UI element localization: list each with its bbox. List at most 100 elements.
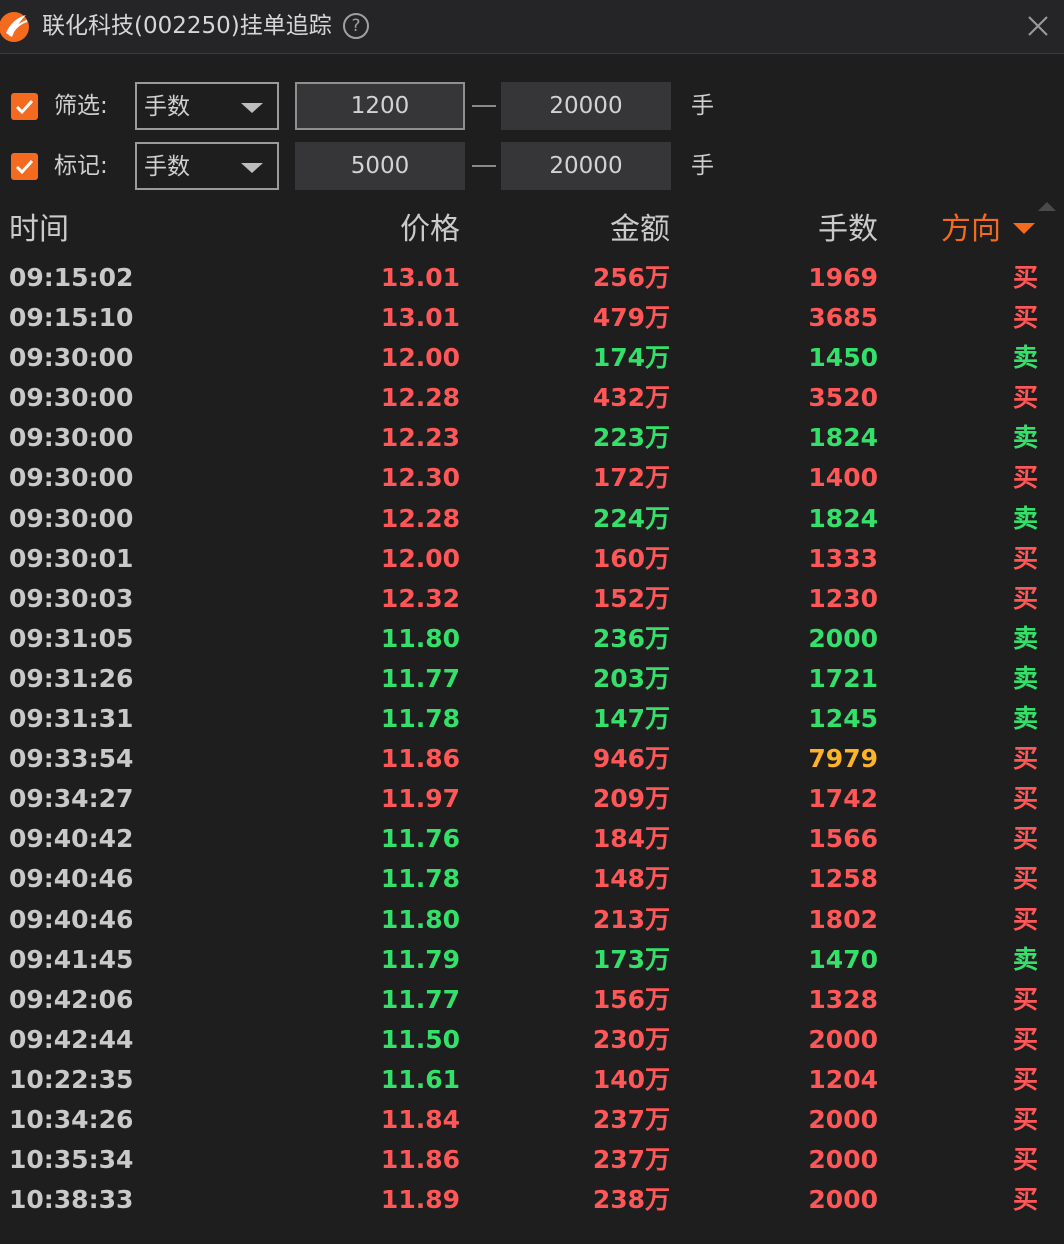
cell-volume: 1470 [808,944,878,974]
table-row[interactable]: 10:34:26 11.84 237万 2000 买 [0,1100,1064,1140]
cell-price: 11.84 [380,1104,460,1134]
window-title: 联化科技(002250)挂单追踪 [42,13,332,39]
cell-volume: 1258 [808,864,878,894]
cell-volume: 2000 [808,1185,878,1215]
table-row[interactable]: 09:15:10 13.01 479万 3685 买 [0,298,1064,338]
table-row[interactable]: 09:42:44 11.50 230万 2000 买 [0,1020,1064,1060]
cell-price: 13.01 [380,263,460,292]
cell-volume: 1824 [808,423,878,453]
cell-time: 09:31:26 [9,663,134,693]
mark-row: 标记: 手数 5000 20000 手 [0,142,1064,192]
table-row[interactable]: 09:30:00 12.28 224万 1824 卖 [0,499,1064,539]
cell-time: 09:40:46 [9,904,134,934]
cell-direction: 卖 [1012,343,1038,373]
cell-volume: 3685 [808,303,878,333]
cell-amount: 160万 [592,543,670,573]
table-row[interactable]: 09:30:00 12.00 174万 1450 卖 [0,338,1064,378]
cell-volume: 1204 [808,1064,878,1094]
cell-amount: 173万 [592,944,670,974]
table-row[interactable]: 09:31:26 11.77 203万 1721 卖 [0,659,1064,699]
cell-amount: 184万 [592,824,670,854]
table-body: 09:15:02 13.01 256万 1969 买 09:15:10 13.01 479万 3… [0,258,1064,1220]
filter-min-input[interactable]: 1200 [295,82,465,130]
close-icon[interactable] [1024,12,1052,40]
cell-time: 10:34:26 [9,1104,134,1134]
help-circle-icon[interactable]: ? [343,13,369,39]
table-row[interactable]: 09:40:46 11.78 148万 1258 买 [0,859,1064,899]
mark-field-select[interactable]: 手数 [135,142,279,190]
column-header-amount[interactable]: 金额 [610,208,670,252]
cell-direction: 买 [1012,784,1038,814]
table-row[interactable]: 09:30:00 12.30 172万 1400 买 [0,458,1064,498]
cell-direction: 买 [1012,463,1038,493]
column-header-direction[interactable]: 方向 [941,208,1001,252]
cell-price: 11.61 [380,1064,460,1094]
cell-time: 09:30:03 [9,583,134,613]
cell-amount: 174万 [592,343,670,373]
cell-amount: 479万 [592,303,670,333]
cell-amount: 156万 [592,984,670,1014]
cell-amount: 236万 [592,623,670,653]
cell-volume: 1333 [808,543,878,573]
column-header-price[interactable]: 价格 [400,208,460,252]
cell-price: 11.79 [380,944,460,974]
cell-amount: 223万 [592,423,670,453]
table-row[interactable]: 10:38:33 11.89 238万 2000 买 [0,1180,1064,1220]
cell-volume: 2000 [808,1145,878,1175]
cell-direction: 买 [1012,744,1038,774]
cell-direction: 买 [1012,1145,1038,1175]
cell-amount: 237万 [592,1145,670,1175]
cell-price: 11.89 [380,1185,460,1215]
scroll-up-arrow[interactable] [1038,202,1056,211]
cell-direction: 买 [1012,1185,1038,1215]
cell-time: 09:40:42 [9,824,134,854]
cell-volume: 1230 [808,583,878,613]
order-tracker-window: 联化科技(002250)挂单追踪 ? 筛选: 手数 1200 20000 手 标… [0,0,1064,1244]
table-row[interactable]: 09:40:42 11.76 184万 1566 买 [0,819,1064,859]
table-row[interactable]: 09:31:05 11.80 236万 2000 卖 [0,619,1064,659]
table-row[interactable]: 10:35:34 11.86 237万 2000 买 [0,1140,1064,1180]
table-row[interactable]: 09:15:02 13.01 256万 1969 买 [0,258,1064,298]
table-row[interactable]: 09:41:45 11.79 173万 1470 卖 [0,940,1064,980]
select-value: 手数 [144,154,190,180]
filter-field-select[interactable]: 手数 [135,82,279,130]
table-row[interactable]: 09:30:03 12.32 152万 1230 买 [0,579,1064,619]
cell-time: 10:35:34 [9,1145,134,1175]
cell-direction: 买 [1012,583,1038,613]
cell-amount: 238万 [592,1185,670,1215]
cell-price: 11.78 [380,864,460,894]
table-row[interactable]: 09:42:06 11.77 156万 1328 买 [0,980,1064,1020]
table-row[interactable]: 09:34:27 11.97 209万 1742 买 [0,779,1064,819]
cell-price: 11.80 [380,623,460,653]
sort-desc-icon[interactable] [1013,223,1035,234]
column-header-time[interactable]: 时间 [9,208,69,252]
cell-direction: 卖 [1012,503,1038,533]
cell-price: 11.77 [380,984,460,1014]
table-row[interactable]: 09:30:01 12.00 160万 1333 买 [0,539,1064,579]
column-header-volume[interactable]: 手数 [818,208,878,252]
cell-volume: 1824 [808,503,878,533]
filter-checkbox[interactable] [11,93,38,120]
cell-direction: 卖 [1012,663,1038,693]
mark-checkbox[interactable] [11,153,38,180]
table-row[interactable]: 09:33:54 11.86 946万 7979 买 [0,739,1064,779]
table-row[interactable]: 09:31:31 11.78 147万 1245 卖 [0,699,1064,739]
cell-amount: 256万 [592,263,670,292]
chevron-down-icon [241,163,263,173]
table-row[interactable]: 10:22:35 11.61 140万 1204 买 [0,1060,1064,1100]
cell-direction: 买 [1012,864,1038,894]
select-value: 手数 [144,94,190,120]
cell-volume: 3520 [808,383,878,413]
mark-min-input[interactable]: 5000 [295,142,465,190]
cell-price: 13.01 [380,303,460,333]
filter-max-input[interactable]: 20000 [501,82,671,130]
cell-time: 09:30:00 [9,383,134,413]
cell-time: 09:30:00 [9,503,134,533]
table-row[interactable]: 09:30:00 12.28 432万 3520 买 [0,378,1064,418]
cell-volume: 2000 [808,1104,878,1134]
mark-max-input[interactable]: 20000 [501,142,671,190]
cell-direction: 卖 [1012,704,1038,734]
table-row[interactable]: 09:40:46 11.80 213万 1802 买 [0,900,1064,940]
cell-price: 11.86 [380,1145,460,1175]
table-row[interactable]: 09:30:00 12.23 223万 1824 卖 [0,418,1064,458]
